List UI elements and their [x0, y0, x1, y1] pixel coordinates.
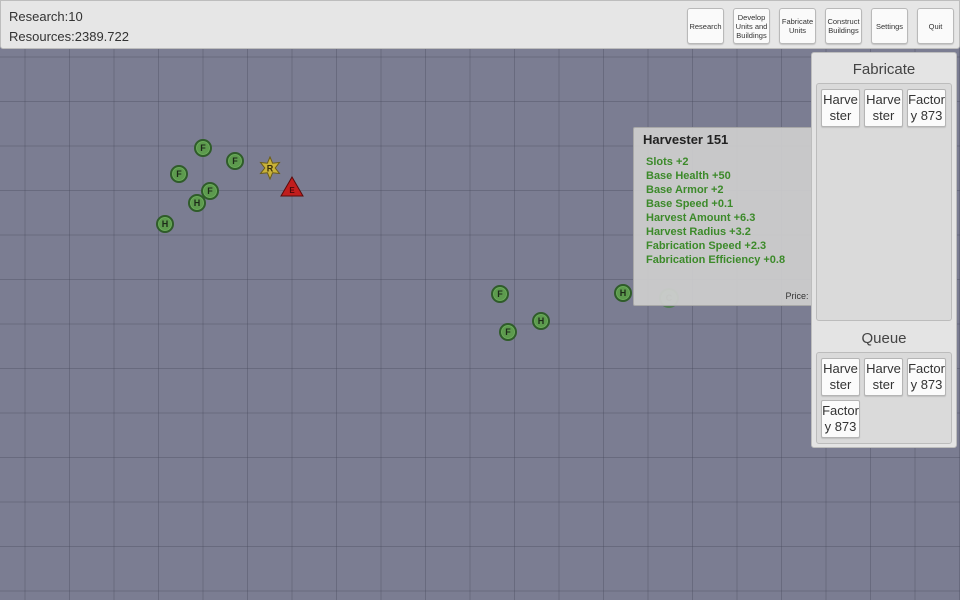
resource-node-label: R	[267, 164, 274, 174]
harvester-unit[interactable]: H	[188, 194, 206, 212]
quit-button[interactable]: Quit	[917, 8, 954, 44]
enemy-unit-label: E	[289, 186, 295, 195]
queue-item-harvester[interactable]: Harvester	[864, 358, 903, 396]
fabricator-unit[interactable]: F	[170, 165, 188, 183]
harvester-unit[interactable]: H	[532, 312, 550, 330]
unit-tooltip: Harvester 151 Slots +2 Base Health +50 B…	[633, 127, 830, 306]
harvester-unit[interactable]: H	[156, 215, 174, 233]
tooltip-title: Harvester 151	[643, 132, 729, 147]
fabricate-title: Fabricate	[852, 61, 916, 78]
fabricate-option-factory[interactable]: Factory 873	[907, 89, 946, 127]
queue-item-factory[interactable]: Factory 873	[821, 400, 860, 438]
fabricator-unit[interactable]: F	[194, 139, 212, 157]
tooltip-stat: Base Speed +0.1	[646, 198, 734, 210]
fabricate-options-box: Harvester Harvester Factory 873	[816, 83, 952, 321]
fabricator-unit[interactable]: F	[491, 285, 509, 303]
fabrication-panel: Fabricate Harvester Harvester Factory 87…	[811, 52, 957, 448]
develop-units-buildings-button[interactable]: Develop Units and Buildings	[733, 8, 770, 44]
research-button[interactable]: Research	[687, 8, 724, 44]
fabricate-option-harvester[interactable]: Harvester	[864, 89, 903, 127]
tooltip-stat: Base Health +50	[646, 170, 731, 182]
tooltip-stat: Fabrication Speed +2.3	[646, 240, 767, 252]
tooltip-stat: Harvest Radius +3.2	[646, 226, 751, 238]
tooltip-stat-list: Slots +2 Base Health +50 Base Armor +2 B…	[646, 155, 785, 267]
tooltip-stat: Base Armor +2	[646, 184, 724, 196]
fabricate-units-button[interactable]: Fabricate Units	[779, 8, 816, 44]
construct-buildings-button[interactable]: Construct Buildings	[825, 8, 862, 44]
resources-counter: Resources:2389.722	[9, 29, 129, 44]
enemy-unit-triangle-icon[interactable]: E	[280, 176, 304, 197]
tooltip-stat: Harvest Amount +6.3	[646, 212, 756, 224]
tooltip-stat: Fabrication Efficiency +0.8	[646, 254, 786, 266]
research-counter: Research:10	[9, 9, 83, 24]
queue-box: Harvester Harvester Factory 873 Factory …	[816, 352, 952, 444]
queue-item-harvester[interactable]: Harvester	[821, 358, 860, 396]
queue-title: Queue	[861, 330, 907, 347]
harvester-unit[interactable]: H	[614, 284, 632, 302]
top-hud-bar: Research:10 Resources:2389.722 Research …	[0, 0, 960, 49]
queue-item-factory[interactable]: Factory 873	[907, 358, 946, 396]
fabricator-unit[interactable]: F	[226, 152, 244, 170]
fabricator-unit[interactable]: F	[499, 323, 517, 341]
settings-button[interactable]: Settings	[871, 8, 908, 44]
resource-node-star-icon[interactable]: R	[258, 156, 282, 180]
tooltip-stat: Slots +2	[646, 156, 689, 168]
fabricate-option-harvester[interactable]: Harvester	[821, 89, 860, 127]
